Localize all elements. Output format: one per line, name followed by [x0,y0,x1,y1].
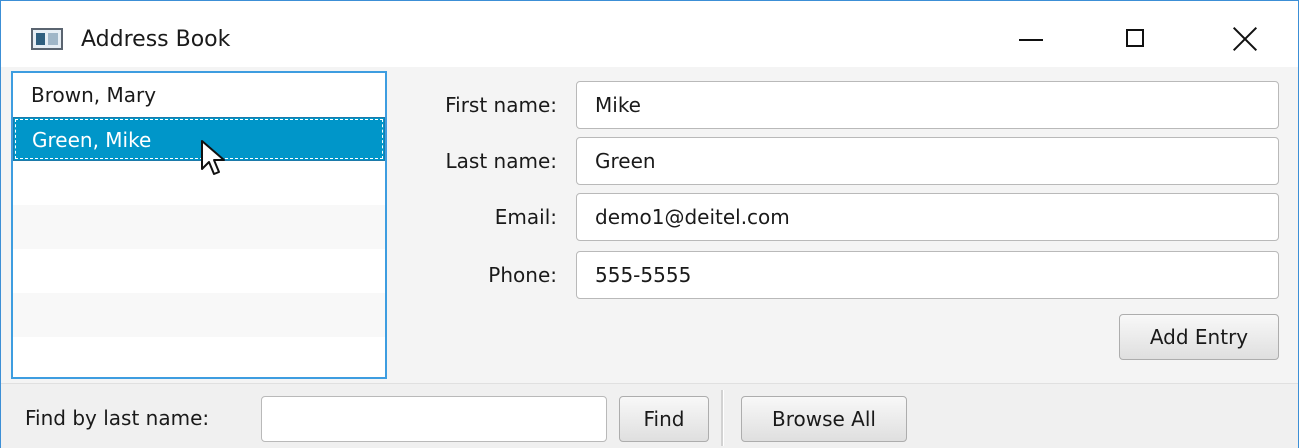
empty-list-row [13,337,385,377]
first-name-label: First name: [445,93,557,117]
contacts-list[interactable]: Brown, Mary Green, Mike [11,71,387,379]
empty-list-row [13,161,385,205]
window-title: Address Book [81,27,231,52]
empty-list-row [13,293,385,337]
phone-label: Phone: [488,263,557,287]
email-label: Email: [494,205,557,229]
maximize-button[interactable] [1101,9,1173,67]
application-icon-pane [36,33,45,45]
email-field[interactable] [576,193,1279,241]
last-name-search-input[interactable] [261,396,607,442]
mouse-pointer-icon [201,140,225,175]
first-name-field[interactable] [576,81,1279,129]
minimize-icon [1019,39,1043,41]
empty-list-row [13,249,385,293]
last-name-label: Last name: [445,149,557,173]
toolbar-separator [721,390,724,446]
close-icon [1233,27,1257,51]
find-by-last-name-label: Find by last name: [25,406,210,430]
list-item[interactable]: Green, Mike [13,117,385,161]
minimize-button[interactable] [997,9,1069,67]
application-icon-pane [48,33,58,45]
close-button[interactable] [1209,9,1281,67]
find-button[interactable]: Find [619,396,709,442]
last-name-field[interactable] [576,137,1279,185]
maximize-icon [1126,29,1144,47]
search-toolbar: Find by last name: Find Browse All [1,383,1298,448]
title-bar[interactable]: Address Book [1,1,1298,67]
empty-list-row [13,205,385,249]
add-entry-button[interactable]: Add Entry [1119,314,1279,360]
browse-all-button[interactable]: Browse All [741,396,907,442]
address-book-window: Address Book Brown, Mary Green, Mike Fir… [0,0,1299,448]
application-window-icon [31,28,63,50]
list-item[interactable]: Brown, Mary [13,73,385,117]
phone-field[interactable] [576,251,1279,299]
